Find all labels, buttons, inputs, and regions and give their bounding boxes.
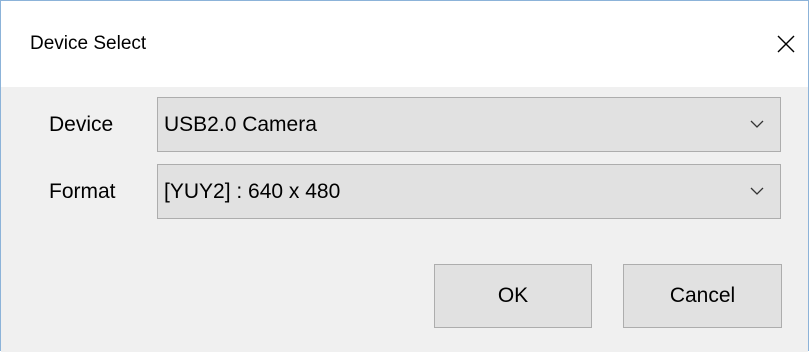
ok-button[interactable]: OK xyxy=(434,264,592,328)
cancel-button[interactable]: Cancel xyxy=(623,264,782,328)
format-select-value: [YUY2] : 640 x 480 xyxy=(164,180,341,203)
title-bar: Device Select xyxy=(1,1,808,87)
window-title: Device Select xyxy=(30,33,147,54)
chevron-down-icon xyxy=(750,119,764,129)
format-label: Format xyxy=(49,180,116,203)
device-select-value: USB2.0 Camera xyxy=(164,113,317,136)
chevron-down-icon xyxy=(750,186,764,196)
close-icon xyxy=(777,35,795,53)
device-select[interactable]: USB2.0 Camera xyxy=(157,97,781,152)
device-select-dialog: Device Select Device USB2.0 Camera Forma… xyxy=(0,0,809,352)
close-button[interactable] xyxy=(763,19,809,69)
device-label: Device xyxy=(49,113,114,136)
format-select[interactable]: [YUY2] : 640 x 480 xyxy=(157,164,781,219)
